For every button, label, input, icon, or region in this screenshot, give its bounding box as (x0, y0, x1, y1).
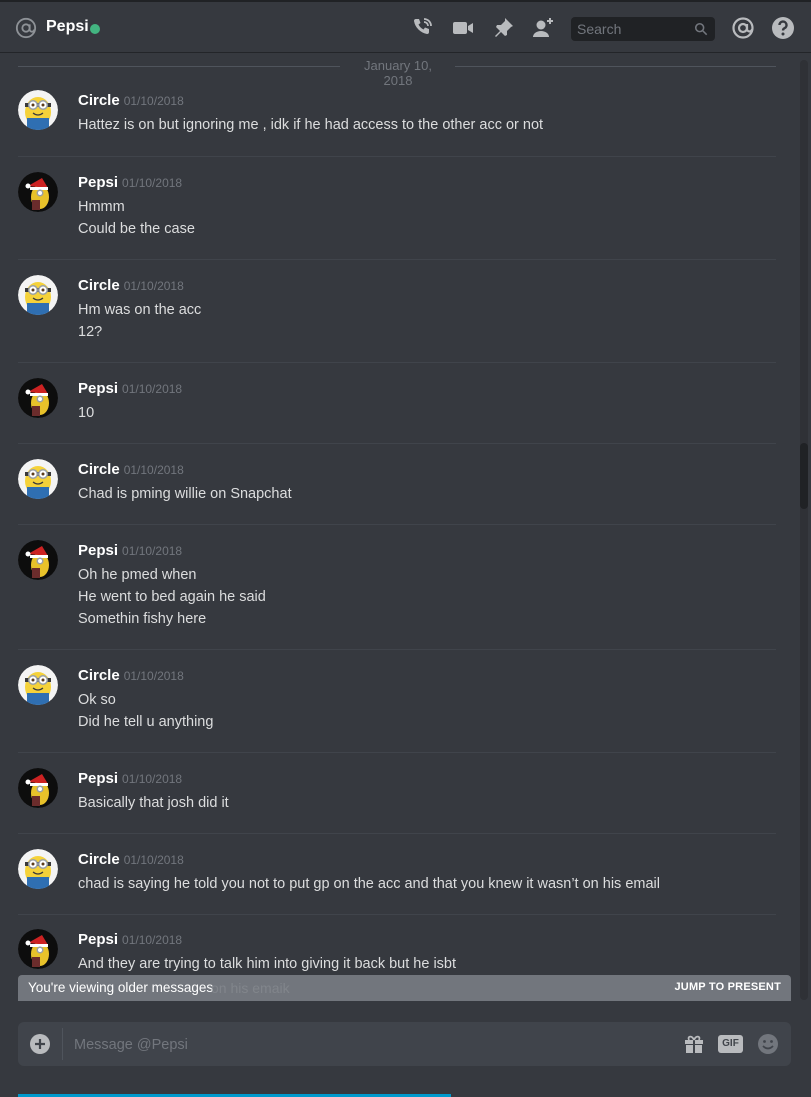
message-group: Circle 01/10/2018 Hattez is on but ignorin… (18, 90, 776, 157)
avatar[interactable] (18, 849, 58, 889)
channel-header: Pepsi (0, 0, 811, 52)
mention-icon[interactable] (731, 16, 755, 40)
message-timestamp: 01/10/2018 (123, 463, 184, 477)
message-line: Hmmm (78, 199, 125, 215)
message-header: Pepsi 01/10/2018 (78, 380, 182, 398)
avatar[interactable] (18, 768, 58, 808)
message-header: Circle 01/10/2018 (78, 92, 184, 110)
message-group: Pepsi 01/10/2018 Basically that josh did i… (18, 768, 776, 834)
older-messages-bar: You're viewing older messages on his ema… (18, 975, 791, 1001)
message-line: Hattez is on but ignoring me , idk if he… (78, 117, 544, 133)
author-name[interactable]: Circle (78, 667, 120, 684)
author-name[interactable]: Circle (78, 461, 120, 478)
jump-to-present-button[interactable]: JUMP TO PRESENT (674, 981, 781, 993)
message-timestamp: 01/10/2018 (123, 94, 184, 108)
search-box[interactable] (571, 17, 715, 41)
message-group: Circle 01/10/2018 Hm was on the acc 12? (18, 275, 776, 363)
author-name[interactable]: Circle (78, 277, 120, 294)
message-group: Pepsi 01/10/2018 Oh he pmed when He went to… (18, 540, 776, 650)
message-timestamp: 01/10/2018 (122, 772, 183, 786)
author-name[interactable]: Circle (78, 851, 120, 868)
avatar[interactable] (18, 665, 58, 705)
avatar[interactable] (18, 275, 58, 315)
message-group: Pepsi 01/10/2018 Hmmm Could be the case (18, 172, 776, 260)
scrollbar-thumb[interactable] (800, 443, 808, 509)
message-line: And they are trying to talk him into giv… (78, 956, 457, 972)
avatar[interactable] (18, 378, 58, 418)
video-icon[interactable] (451, 16, 475, 40)
message-header: Pepsi 01/10/2018 (78, 174, 182, 192)
author-name[interactable]: Circle (78, 92, 120, 109)
message-line: chad is saying he told you not to put gp… (78, 876, 660, 892)
search-input[interactable] (571, 17, 693, 41)
message-header: Circle 01/10/2018 (78, 277, 184, 295)
help-icon[interactable] (771, 16, 795, 40)
date-divider-label: January 10, 2018 (364, 58, 432, 88)
message-group: Circle 01/10/2018 Chad is pming willie on … (18, 459, 776, 525)
author-name[interactable]: Pepsi (78, 542, 118, 559)
online-status-dot (90, 24, 100, 34)
message-composer: GIF (18, 1022, 791, 1066)
message-line: He went to bed again he said (78, 589, 266, 605)
scrollbar-track[interactable] (800, 60, 808, 1000)
message-line: 12? (78, 324, 103, 340)
author-name[interactable]: Pepsi (78, 931, 118, 948)
add-friend-icon[interactable] (531, 16, 555, 40)
message-line: 10 (78, 405, 95, 421)
message-input[interactable] (72, 1030, 616, 1060)
message-line: Somethin fishy here (78, 611, 207, 627)
message-group: Circle 01/10/2018 chad is saying he told y… (18, 849, 776, 915)
at-icon (15, 17, 37, 39)
call-icon[interactable] (410, 16, 434, 40)
message-header: Pepsi 01/10/2018 (78, 770, 182, 788)
message-line: Oh he pmed when (78, 567, 197, 583)
author-name[interactable]: Pepsi (78, 770, 118, 787)
add-icon[interactable] (30, 1034, 50, 1054)
message-timestamp: 01/10/2018 (122, 382, 183, 396)
message-line: Could be the case (78, 221, 195, 237)
message-header: Pepsi 01/10/2018 (78, 542, 182, 560)
date-divider: January 10, 2018 (18, 58, 776, 88)
message-line: Ok so (78, 692, 116, 708)
avatar[interactable] (18, 929, 58, 969)
author-name[interactable]: Pepsi (78, 380, 118, 397)
emoji-icon[interactable] (757, 1033, 779, 1055)
message-timestamp: 01/10/2018 (122, 176, 183, 190)
avatar[interactable] (18, 459, 58, 499)
gif-button[interactable]: GIF (718, 1035, 743, 1053)
pin-icon[interactable] (491, 16, 515, 40)
gift-icon[interactable] (683, 1034, 705, 1054)
older-messages-label: You're viewing older messages (28, 980, 214, 995)
message-header: Circle 01/10/2018 (78, 461, 184, 479)
message-group: Circle 01/10/2018 Ok so Did he tell u anyth… (18, 665, 776, 753)
message-timestamp: 01/10/2018 (122, 544, 183, 558)
message-header: Circle 01/10/2018 (78, 851, 184, 869)
composer-divider (62, 1028, 63, 1060)
avatar[interactable] (18, 172, 58, 212)
message-list[interactable]: January 10, 2018 Circle 01/10/2018 Hattez … (0, 52, 800, 1002)
message-timestamp: 01/10/2018 (123, 853, 184, 867)
channel-name: Pepsi (46, 18, 89, 35)
message-line: Chad is pming willie on Snapchat (78, 486, 292, 502)
message-line: Basically that josh did it (78, 795, 229, 811)
message-timestamp: 01/10/2018 (123, 279, 184, 293)
search-icon (694, 22, 708, 36)
message-line: Did he tell u anything (78, 714, 214, 730)
message-header: Circle 01/10/2018 (78, 667, 184, 685)
avatar[interactable] (18, 540, 58, 580)
message-timestamp: 01/10/2018 (123, 669, 184, 683)
message-line: on his emaik (211, 980, 290, 996)
message-line: Hm was on the acc (78, 302, 202, 318)
author-name[interactable]: Pepsi (78, 174, 118, 191)
message-header: Pepsi 01/10/2018 (78, 931, 182, 949)
message-timestamp: 01/10/2018 (122, 933, 183, 947)
message-group: Pepsi 01/10/2018 10 (18, 378, 776, 444)
avatar[interactable] (18, 90, 58, 130)
